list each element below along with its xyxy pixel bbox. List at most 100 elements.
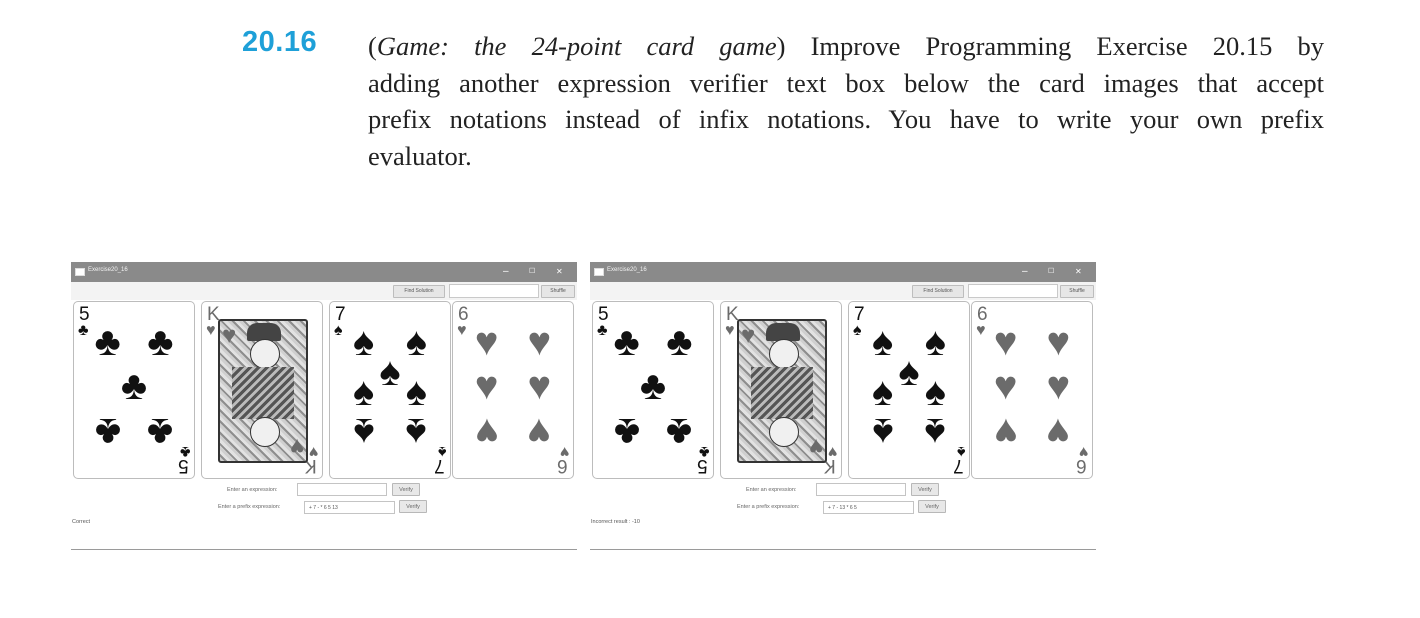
king-face-icon: ♥ ♥	[737, 319, 827, 463]
card-suit-icon: ♥	[993, 410, 1018, 454]
exercise-text: (Game: the 24-point card game) Improve P…	[368, 28, 1324, 174]
prefix-input[interactable]: + 7 - * 6 5 13	[304, 501, 395, 514]
card-suit-icon: ♥	[474, 364, 499, 408]
app-icon	[75, 268, 85, 276]
card-suit-small-icon: ♠	[334, 322, 343, 339]
card-suit-small-icon: ♣	[78, 322, 89, 339]
card-suit-small-icon: ♥	[976, 322, 986, 339]
verify-prefix-button[interactable]: Verify	[918, 500, 946, 513]
solution-field[interactable]	[968, 284, 1058, 298]
card-suit-icon: ♠	[352, 410, 375, 454]
card-suit-icon: ♠	[352, 320, 375, 364]
playing-card: K K ♥ ♥ ♥ ♥	[720, 301, 842, 479]
verify-prefix-button[interactable]: Verify	[399, 500, 427, 513]
card-suit-icon: ♠	[924, 370, 947, 414]
card-suit-icon: ♣	[94, 410, 121, 454]
card-suit-icon: ♠	[379, 350, 401, 394]
playing-card: 6 6 ♥ ♥ ♥ ♥ ♥ ♥ ♥ ♥	[452, 301, 574, 479]
card-suit-small-icon: ♠	[956, 443, 966, 460]
card-suit-icon: ♣	[120, 364, 148, 408]
playing-card: 7 7 ♠ ♠ ♠ ♠ ♠ ♠ ♠ ♠ ♠	[848, 301, 970, 479]
window-title: Exercise20_16	[88, 267, 128, 273]
exercise-line-1-rest: ) Improve Programming Exercise 20.15 by	[776, 31, 1324, 61]
find-solution-button[interactable]: Find Solution	[393, 285, 445, 298]
card-suit-icon: ♠	[924, 410, 947, 454]
find-solution-button[interactable]: Find Solution	[912, 285, 964, 298]
exercise-line-2: adding another expression verifier text …	[368, 67, 1324, 98]
card-suit-icon: ♥	[993, 364, 1018, 408]
card-suit-icon: ♠	[924, 320, 947, 364]
playing-card: 5 5 ♣ ♣ ♣ ♣ ♣ ♣ ♣	[73, 301, 195, 479]
card-suit-icon: ♥	[222, 322, 237, 349]
exercise-title: Game: the 24-point card game	[376, 31, 777, 61]
card-suit-small-icon: ♣	[179, 443, 191, 460]
solution-field[interactable]	[449, 284, 539, 298]
app-window-2: Exercise20_16 – ☐ ✕ Find Solution Shuffle 5 5 ♣ ♣…	[590, 262, 1096, 550]
card-suit-icon: ♣	[666, 410, 693, 454]
card-suit-small-icon: ♥	[725, 322, 735, 339]
expression-input[interactable]	[816, 483, 906, 496]
card-suit-small-icon: ♥	[827, 443, 838, 460]
card-suit-small-icon: ♣	[698, 443, 710, 460]
king-face-icon: ♥ ♥	[218, 319, 308, 463]
title-bar[interactable]: Exercise20_16 – ☐ ✕	[71, 262, 577, 282]
card-suit-small-icon: ♥	[1078, 443, 1089, 460]
shuffle-button[interactable]: Shuffle	[1060, 285, 1094, 298]
toolbar: Find Solution Shuffle	[590, 282, 1096, 300]
card-suit-icon: ♣	[639, 364, 667, 408]
card-suit-icon: ♣	[613, 320, 640, 364]
card-suit-icon: ♠	[405, 320, 428, 364]
card-suit-small-icon: ♥	[206, 322, 216, 339]
close-icon[interactable]: ✕	[556, 265, 563, 279]
verify-button[interactable]: Verify	[392, 483, 420, 496]
card-suit-icon: ♥	[741, 322, 756, 349]
playing-card: 5 5 ♣ ♣ ♣ ♣ ♣ ♣ ♣	[592, 301, 714, 479]
expression-label: Enter an expression:	[227, 487, 278, 493]
shuffle-button[interactable]: Shuffle	[541, 285, 575, 298]
card-suit-icon: ♠	[871, 410, 894, 454]
card-suit-icon: ♥	[289, 433, 304, 460]
minimize-icon[interactable]: –	[1022, 265, 1028, 279]
maximize-icon[interactable]: ☐	[529, 265, 535, 279]
card-suit-icon: ♠	[405, 370, 428, 414]
card-suit-small-icon: ♣	[597, 322, 608, 339]
card-suit-small-icon: ♥	[457, 322, 467, 339]
close-icon[interactable]: ✕	[1075, 265, 1082, 279]
card-suit-icon: ♠	[898, 350, 920, 394]
exercise-line-3: prefix notations instead of infix notati…	[368, 104, 1324, 134]
minimize-icon[interactable]: –	[503, 265, 509, 279]
app-icon	[594, 268, 604, 276]
card-suit-icon: ♣	[94, 320, 121, 364]
exercise-line-1: (Game: the 24-point card game) Improve P…	[368, 28, 1324, 65]
card-suit-icon: ♠	[352, 370, 375, 414]
card-suit-icon: ♥	[527, 364, 552, 408]
verify-button[interactable]: Verify	[911, 483, 939, 496]
expression-input[interactable]	[297, 483, 387, 496]
window-title: Exercise20_16	[607, 267, 647, 273]
card-suit-icon: ♥	[808, 433, 823, 460]
card-suit-icon: ♥	[993, 320, 1018, 364]
card-suit-icon: ♣	[147, 320, 174, 364]
card-suit-icon: ♣	[666, 320, 693, 364]
card-suit-icon: ♥	[527, 410, 552, 454]
toolbar: Find Solution Shuffle	[71, 282, 577, 300]
exercise-line-4: evaluator.	[368, 140, 472, 171]
card-suit-icon: ♠	[405, 410, 428, 454]
card-suit-icon: ♥	[1046, 320, 1071, 364]
playing-card: 6 6 ♥ ♥ ♥ ♥ ♥ ♥ ♥ ♥	[971, 301, 1093, 479]
card-suit-icon: ♣	[613, 410, 640, 454]
card-suit-icon: ♥	[527, 320, 552, 364]
card-suit-small-icon: ♠	[853, 322, 862, 339]
prefix-input[interactable]: + 7 - 13 * 6 5	[823, 501, 914, 514]
card-suit-icon: ♥	[1046, 364, 1071, 408]
maximize-icon[interactable]: ☐	[1048, 265, 1054, 279]
exercise-number: 20.16	[242, 26, 318, 58]
playing-card: 7 7 ♠ ♠ ♠ ♠ ♠ ♠ ♠ ♠ ♠	[329, 301, 451, 479]
card-suit-small-icon: ♥	[559, 443, 570, 460]
status-text: Incorrect result : -10	[591, 519, 640, 525]
app-window-1: Exercise20_16 – ☐ ✕ Find Solution Shuffle 5 5 ♣ ♣…	[71, 262, 577, 550]
prefix-label: Enter a prefix expression:	[737, 504, 800, 510]
title-bar[interactable]: Exercise20_16 – ☐ ✕	[590, 262, 1096, 282]
status-text: Correct	[72, 519, 91, 525]
card-suit-small-icon: ♥	[308, 443, 319, 460]
